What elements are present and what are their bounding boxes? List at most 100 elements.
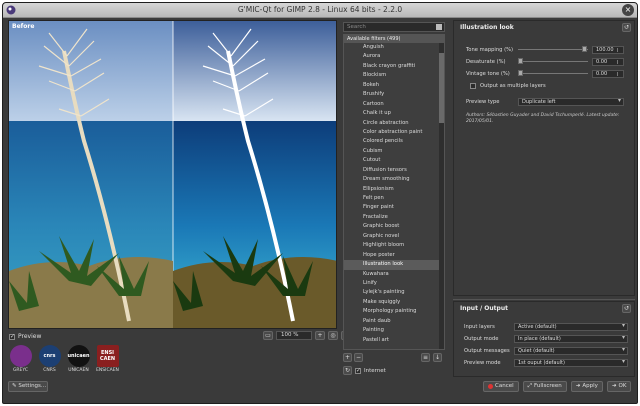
io-label: Output messages <box>464 347 510 354</box>
filter-item[interactable]: Linify <box>344 279 444 288</box>
filter-item[interactable]: Brushify <box>344 90 444 99</box>
logo-caption: GREYC <box>12 368 29 373</box>
remove-fave-icon[interactable]: − <box>354 353 363 362</box>
apply-icon: ➜ <box>575 383 581 389</box>
filter-scrollbar[interactable] <box>439 43 444 349</box>
cancel-label: Cancel <box>495 383 514 389</box>
filter-item[interactable]: Illustration look <box>344 260 444 270</box>
internet-checkbox-box[interactable] <box>355 367 361 374</box>
filter-item[interactable]: Graphic novel <box>344 232 444 241</box>
reset-params-icon[interactable]: ↺ <box>622 23 631 32</box>
internet-label: Internet <box>364 367 386 374</box>
zoom-in-icon[interactable]: + <box>315 331 325 340</box>
logos: GREYC cnrs CNRS unicaen UNICAEN ENSI CAE… <box>9 345 119 373</box>
filter-item[interactable]: Finger paint <box>344 203 444 212</box>
preview-checkbox[interactable]: Preview <box>9 333 41 340</box>
desaturate-slider[interactable] <box>518 57 588 66</box>
zoom-fit-icon[interactable]: ▭ <box>263 331 273 340</box>
zoom-value[interactable]: 100 % <box>276 331 312 340</box>
unicaen-logo-mark: unicaen <box>67 345 90 367</box>
filter-item[interactable]: Felt pen <box>344 194 444 203</box>
filter-item[interactable]: Color abstraction paint <box>344 128 444 137</box>
filter-item[interactable]: Anguish <box>344 43 444 52</box>
filter-item[interactable]: Make squiggly <box>344 298 444 307</box>
filter-item[interactable]: Dream smoothing <box>344 175 444 184</box>
filter-item[interactable]: Colored pencils <box>344 137 444 146</box>
filter-item[interactable]: Paint daub <box>344 317 444 326</box>
filter-item[interactable]: Bokeh <box>344 81 444 90</box>
refresh-icon[interactable]: ↻ <box>343 366 352 375</box>
preview-type-label: Preview type <box>466 98 500 105</box>
output-messages-select[interactable]: Quiet (default) <box>514 346 628 355</box>
output-mode-select[interactable]: In place (default) <box>514 334 628 343</box>
before-label: Before <box>12 23 35 30</box>
panel-splitter[interactable] <box>453 299 635 300</box>
filter-item[interactable]: Painting <box>344 326 444 335</box>
preview-mode-select[interactable]: 1st ouput (default) <box>514 358 628 367</box>
slider-handle[interactable] <box>582 46 587 52</box>
internet-checkbox[interactable]: ↻ Internet <box>343 366 386 375</box>
filter-panel: Search Available filters (499) Anguish Au… <box>343 20 445 390</box>
filter-item[interactable]: Black crayon graffiti <box>344 62 444 71</box>
filter-item[interactable]: Graphic boost <box>344 222 444 231</box>
logo-caption: UNICAEN <box>68 368 89 373</box>
io-preview-mode: Preview mode 1st ouput (default) <box>464 358 632 367</box>
filter-list-header[interactable]: Available filters (499) <box>344 35 444 43</box>
expand-icon[interactable]: ≡ <box>421 353 430 362</box>
filter-item[interactable]: Cartoon <box>344 100 444 109</box>
reset-io-icon[interactable]: ↺ <box>622 304 631 313</box>
input-layers-select[interactable]: Active (default) <box>514 322 628 331</box>
filter-item[interactable]: Chalk it up <box>344 109 444 118</box>
input-output-panel: Input / Output ↺ Input layers Active (de… <box>453 301 635 377</box>
slider-handle[interactable] <box>518 58 523 64</box>
filter-item[interactable]: Diffusion tensors <box>344 166 444 175</box>
preview-checkbox-box[interactable] <box>9 333 15 340</box>
preview-type-select[interactable]: Duplicate left <box>518 97 624 106</box>
vintage-tone-slider[interactable] <box>518 69 588 78</box>
tone-mapping-slider[interactable] <box>518 45 588 54</box>
add-fave-icon[interactable]: + <box>343 353 352 362</box>
filter-item[interactable]: Hope poster <box>344 251 444 260</box>
io-output-messages: Output messages Quiet (default) <box>464 346 632 355</box>
apply-label: Apply <box>582 383 598 389</box>
fullscreen-button[interactable]: ⤢ Fullscreen <box>522 381 567 392</box>
download-icon[interactable]: ↓ <box>433 353 442 362</box>
desaturate-spinbox[interactable]: 0.00 <box>592 57 624 66</box>
search-clear-icon[interactable] <box>436 24 442 30</box>
filter-params-panel: Illustration look ↺ Tone mapping (%) 100… <box>453 20 635 296</box>
slider-handle[interactable] <box>518 70 523 76</box>
scrollbar-thumb[interactable] <box>439 53 444 123</box>
cancel-button[interactable]: Cancel <box>483 381 519 392</box>
filter-item[interactable]: Aurora <box>344 52 444 61</box>
filter-item[interactable]: Cubism <box>344 147 444 156</box>
filter-list[interactable]: Available filters (499) Anguish Aurora Bla… <box>343 34 445 350</box>
vintage-tone-spinbox[interactable]: 0.00 <box>592 69 624 78</box>
filter-item[interactable]: Circle abstraction <box>344 119 444 128</box>
filter-item[interactable]: Ellipsionism <box>344 185 444 194</box>
tone-mapping-spinbox[interactable]: 100.00 <box>592 45 624 54</box>
filter-item[interactable]: Highlight bloom <box>344 241 444 250</box>
filter-items: Anguish Aurora Black crayon graffiti Blocki… <box>344 43 444 345</box>
zoom-reset-icon[interactable]: ◎ <box>328 331 338 340</box>
filter-item[interactable]: Pastell art <box>344 336 444 345</box>
logo-caption: ENSICAEN <box>96 368 119 373</box>
ok-button[interactable]: ➜ OK <box>606 381 632 392</box>
close-icon[interactable]: × <box>622 4 634 16</box>
search-input[interactable]: Search <box>343 22 445 32</box>
io-title: Input / Output <box>460 305 508 312</box>
output-multiple-label: Output as multiple layers <box>480 82 546 89</box>
cnrs-logo-mark: cnrs <box>38 345 61 367</box>
greyc-logo-mark <box>9 345 32 367</box>
filter-item[interactable]: Cutout <box>344 156 444 165</box>
filter-item[interactable]: Kuwahara <box>344 270 444 279</box>
apply-button[interactable]: ➜ Apply <box>570 381 603 392</box>
output-multiple-checkbox[interactable] <box>470 82 476 89</box>
settings-button[interactable]: ✎ Settings... <box>8 381 48 392</box>
logo-greyc: GREYC <box>9 345 32 373</box>
filter-item[interactable]: Fractalize <box>344 213 444 222</box>
preview-area[interactable]: Before <box>8 20 337 329</box>
output-multiple-layers[interactable]: Output as multiple layers <box>470 81 635 90</box>
filter-item[interactable]: Morphology painting <box>344 307 444 316</box>
filter-item[interactable]: Blockism <box>344 71 444 80</box>
filter-item[interactable]: Lylejk's painting <box>344 288 444 297</box>
